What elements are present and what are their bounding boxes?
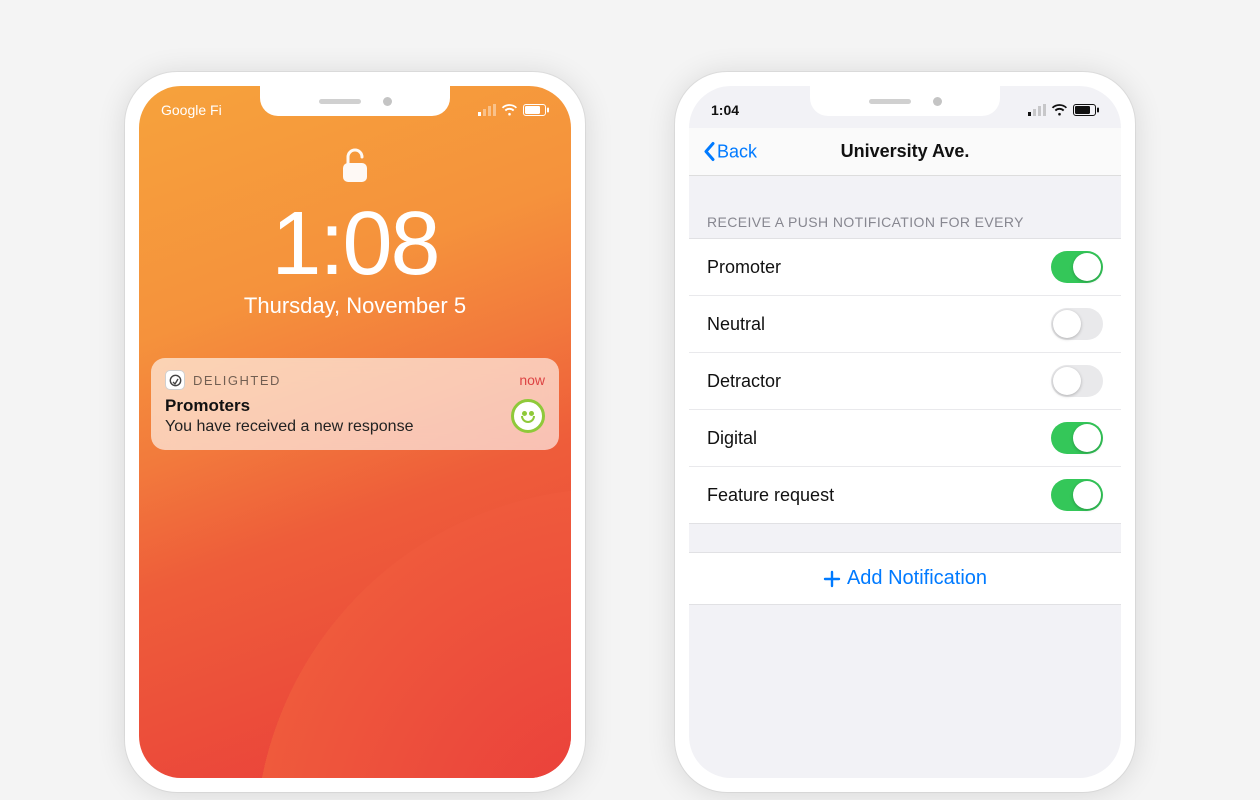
- toggle-row: Neutral: [689, 296, 1121, 353]
- notification-title: Promoters: [165, 396, 413, 416]
- wifi-icon: [1051, 104, 1068, 116]
- status-icons: [1028, 104, 1099, 116]
- phone-lockscreen: Google Fi 1:08 Thursday, November 5 DELI…: [125, 72, 585, 792]
- settings-content: RECEIVE A PUSH NOTIFICATION FOR EVERY Pr…: [689, 176, 1121, 778]
- chevron-left-icon: [703, 142, 715, 162]
- notification-message: You have received a new response: [165, 418, 413, 436]
- smiley-icon: [511, 399, 545, 433]
- lock-time: 1:08: [271, 199, 438, 289]
- toggle-label: Neutral: [707, 314, 765, 335]
- toggle-switch[interactable]: [1051, 251, 1103, 283]
- battery-icon: [523, 104, 549, 116]
- notification-toggle-list: Promoter Neutral Detractor Digital Feature r…: [689, 238, 1121, 524]
- toggle-label: Detractor: [707, 371, 781, 392]
- phone-settings: 1:04 Back University Ave. RECEIVE A PUSH…: [675, 72, 1135, 792]
- toggle-switch[interactable]: [1051, 365, 1103, 397]
- back-button[interactable]: Back: [703, 141, 757, 162]
- notification-card[interactable]: DELIGHTED now Promoters You have receive…: [151, 358, 559, 450]
- toggle-label: Digital: [707, 428, 757, 449]
- toggle-knob: [1053, 367, 1081, 395]
- back-label: Back: [717, 141, 757, 162]
- notification-app-name: DELIGHTED: [193, 373, 511, 388]
- section-header: RECEIVE A PUSH NOTIFICATION FOR EVERY: [689, 176, 1121, 238]
- lock-open-icon: [341, 148, 369, 189]
- toggle-row: Digital: [689, 410, 1121, 467]
- app-icon: [165, 370, 185, 390]
- toggle-switch[interactable]: [1051, 422, 1103, 454]
- page-title: University Ave.: [841, 141, 970, 162]
- toggle-switch[interactable]: [1051, 308, 1103, 340]
- lock-content: 1:08 Thursday, November 5: [139, 148, 571, 319]
- toggle-label: Promoter: [707, 257, 781, 278]
- toggle-knob: [1073, 481, 1101, 509]
- wifi-icon: [501, 104, 518, 116]
- toggle-switch[interactable]: [1051, 479, 1103, 511]
- nav-bar: Back University Ave.: [689, 128, 1121, 176]
- toggle-row: Promoter: [689, 239, 1121, 296]
- toggle-knob: [1073, 253, 1101, 281]
- lock-date: Thursday, November 5: [244, 293, 466, 319]
- toggle-knob: [1073, 424, 1101, 452]
- battery-icon: [1073, 104, 1099, 116]
- status-icons: [478, 104, 549, 116]
- status-time: 1:04: [711, 102, 739, 118]
- add-notification-button[interactable]: Add Notification: [689, 552, 1121, 605]
- status-bar: Google Fi: [139, 98, 571, 122]
- plus-icon: [823, 570, 841, 588]
- toggle-row: Feature request: [689, 467, 1121, 523]
- toggle-label: Feature request: [707, 485, 834, 506]
- cellular-icon: [478, 104, 496, 116]
- cellular-icon: [1028, 104, 1046, 116]
- add-notification-label: Add Notification: [847, 567, 987, 590]
- toggle-row: Detractor: [689, 353, 1121, 410]
- notification-when: now: [519, 372, 545, 388]
- carrier-label: Google Fi: [161, 102, 222, 118]
- status-bar: 1:04: [689, 98, 1121, 122]
- toggle-knob: [1053, 310, 1081, 338]
